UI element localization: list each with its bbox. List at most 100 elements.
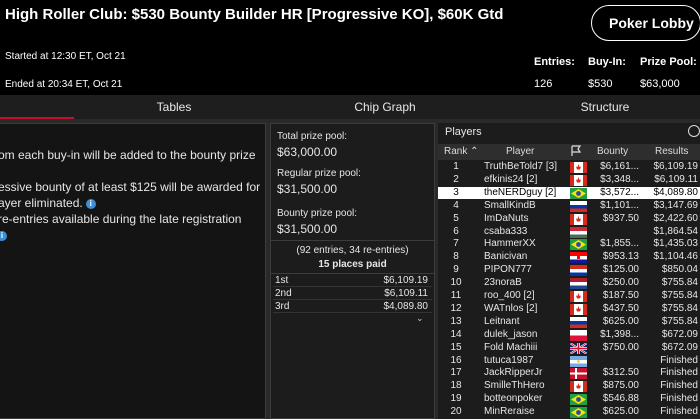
flag-icon-br xyxy=(570,407,587,419)
players-title: Players xyxy=(445,126,482,138)
players-panel: Players Rank ⌃ Player Bounty Results 1 Tr… xyxy=(438,123,700,419)
flag-icon-ru xyxy=(570,200,587,212)
tournament-header: High Roller Club: $530 Bounty Builder HR… xyxy=(0,0,700,95)
result-cell: $755.84 xyxy=(661,315,698,327)
player-row[interactable]: 3 theNERDguy [2] $3,572... $4,089.80 xyxy=(438,186,700,199)
rank-cell: 3 xyxy=(453,186,459,198)
rank-cell: 4 xyxy=(453,199,459,211)
poker-lobby-button[interactable]: Poker Lobby xyxy=(591,5,700,41)
total-prize-label: Total prize pool: xyxy=(277,131,348,142)
player-row[interactable]: 18 SmilleThHero $875.00 Finished xyxy=(438,380,700,393)
player-name-cell: theNERDguy [2] xyxy=(484,186,557,198)
result-cell: $3,147.69 xyxy=(653,199,699,211)
player-name-cell: botteonpoker xyxy=(484,393,543,405)
player-row[interactable]: 4 SmallKindB $1,101... $3,147.69 xyxy=(438,200,700,212)
info-line-3: ayer eliminated. i xyxy=(0,196,96,210)
prizepool-label: Prize Pool: xyxy=(640,56,697,68)
bounty-cell: $625.00 xyxy=(602,406,639,418)
buyin-label: Buy-In: xyxy=(588,56,626,68)
flag-column-icon[interactable] xyxy=(570,145,582,160)
player-name-cell: TruthBeTold7 [3] xyxy=(484,161,558,172)
rank-cell: 13 xyxy=(450,315,462,327)
bounty-cell: $3,572... xyxy=(600,186,639,198)
column-rank[interactable]: Rank ⌃ xyxy=(444,146,479,157)
flag-icon-ca xyxy=(570,291,587,302)
player-name-cell: WATnlos [2] xyxy=(484,302,538,314)
rank-cell: 15 xyxy=(450,341,462,353)
player-row[interactable]: 13 Leitnant $625.00 $755.84 xyxy=(438,316,700,328)
rank-cell: 1 xyxy=(453,161,459,172)
start-time: Started at 12:30 ET, Oct 21 xyxy=(5,51,126,62)
tab-structure[interactable]: Structure xyxy=(500,95,700,119)
player-row[interactable]: 9 PIPON777 $125.00 $850.04 xyxy=(438,264,700,277)
bounty-cell: $546.88 xyxy=(602,393,639,405)
rank-cell: 8 xyxy=(453,251,459,263)
entries-label: Entries: xyxy=(534,56,575,68)
entries-note: (92 entries, 34 re-entries) xyxy=(296,245,409,256)
player-name-cell: PIPON777 xyxy=(484,264,532,276)
player-row[interactable]: 1 TruthBeTold7 [3] $6,161... $6,109.19 xyxy=(438,161,700,173)
bounty-cell: $625.00 xyxy=(602,315,639,327)
player-row[interactable]: 14 dulek_jason $1,398... $672.09 xyxy=(438,329,700,341)
rank-cell: 16 xyxy=(450,354,462,366)
bounty-cell: $1,101... xyxy=(600,199,639,211)
player-name-cell: Banicivan xyxy=(484,251,528,263)
flag-icon-br xyxy=(570,187,587,199)
column-player[interactable]: Player xyxy=(506,146,534,157)
column-results[interactable]: Results xyxy=(655,146,688,157)
player-name-cell: HammerXX xyxy=(484,238,536,250)
player-row[interactable]: 20 MinReraise $625.00 Finished xyxy=(438,406,700,419)
player-name-cell: SmallKindB xyxy=(484,199,536,211)
player-row[interactable]: 7 HammerXX $1,855... $1,435.03 xyxy=(438,238,700,251)
player-row[interactable]: 16 tutuca1987 Finished xyxy=(438,355,700,367)
player-row[interactable]: 5 ImDaNuts $937.50 $2,422.60 xyxy=(438,213,700,225)
result-cell: Finished xyxy=(660,406,698,418)
payout-row: 2nd $6,109.11 xyxy=(273,288,432,300)
result-cell: $4,089.80 xyxy=(653,186,699,198)
places-paid: 15 places paid xyxy=(318,259,387,270)
total-prize-value: $63,000.00 xyxy=(277,145,338,159)
tournament-title: High Roller Club: $530 Bounty Builder HR… xyxy=(5,6,504,23)
result-cell: $1,435.03 xyxy=(653,238,699,250)
bounty-cell: $6,161... xyxy=(600,161,639,172)
tab-chip-graph[interactable]: Chip Graph xyxy=(270,95,500,119)
bounty-cell: $312.50 xyxy=(602,367,639,379)
rank-cell: 14 xyxy=(450,328,462,340)
info-line-1: om each buy-in will be added to the boun… xyxy=(0,148,256,162)
tournament-info-panel: om each buy-in will be added to the boun… xyxy=(0,123,266,419)
result-cell: Finished xyxy=(660,367,698,379)
bounty-cell: $953.13 xyxy=(602,251,639,263)
player-row[interactable]: 12 WATnlos [2] $437.50 $755.84 xyxy=(438,303,700,315)
result-cell: $6,109.11 xyxy=(654,173,698,185)
result-cell: $1,864.54 xyxy=(653,225,699,237)
player-row[interactable]: 10 23noraB $250.00 $755.84 xyxy=(438,277,700,290)
player-row[interactable]: 6 csaba333 $1,864.54 xyxy=(438,226,700,238)
player-row[interactable]: 11 roo_400 [2] $187.50 $755.84 xyxy=(438,290,700,302)
regular-prize-value: $31,500.00 xyxy=(277,182,338,196)
info-line-5: i xyxy=(0,228,7,242)
chevron-down-icon[interactable]: ⌄ xyxy=(416,313,424,324)
flag-icon-dk xyxy=(570,368,587,380)
flag-icon-gb xyxy=(570,342,587,354)
divider xyxy=(271,240,434,241)
result-cell: $755.84 xyxy=(661,302,698,314)
flag-icon-ca xyxy=(570,381,587,393)
bounty-cell: $187.50 xyxy=(602,290,639,301)
prize-pool-panel: Total prize pool: $63,000.00 Regular pri… xyxy=(270,123,435,419)
player-row[interactable]: 2 efkinis24 [2] $3,348... $6,109.11 xyxy=(438,174,700,186)
player-row[interactable]: 19 botteonpoker $546.88 Finished xyxy=(438,393,700,406)
search-icon[interactable] xyxy=(688,125,700,137)
player-name-cell: Fold Machiii xyxy=(484,341,538,353)
player-row[interactable]: 15 Fold Machiii $750.00 $672.09 xyxy=(438,342,700,354)
player-row[interactable]: 17 JackRipperJr $312.50 Finished xyxy=(438,367,700,380)
player-name-cell: JackRipperJr xyxy=(484,367,543,379)
column-bounty[interactable]: Bounty xyxy=(597,146,628,157)
info-icon[interactable]: i xyxy=(85,199,96,209)
rank-cell: 12 xyxy=(450,302,462,314)
player-name-cell: dulek_jason xyxy=(484,328,538,340)
rank-cell: 7 xyxy=(453,238,459,250)
entries-value: 126 xyxy=(534,78,553,90)
player-row[interactable]: 8 Banicivan $953.13 $1,104.46 xyxy=(438,251,700,264)
info-icon[interactable]: i xyxy=(0,231,7,241)
result-cell: $2,422.60 xyxy=(653,212,699,224)
